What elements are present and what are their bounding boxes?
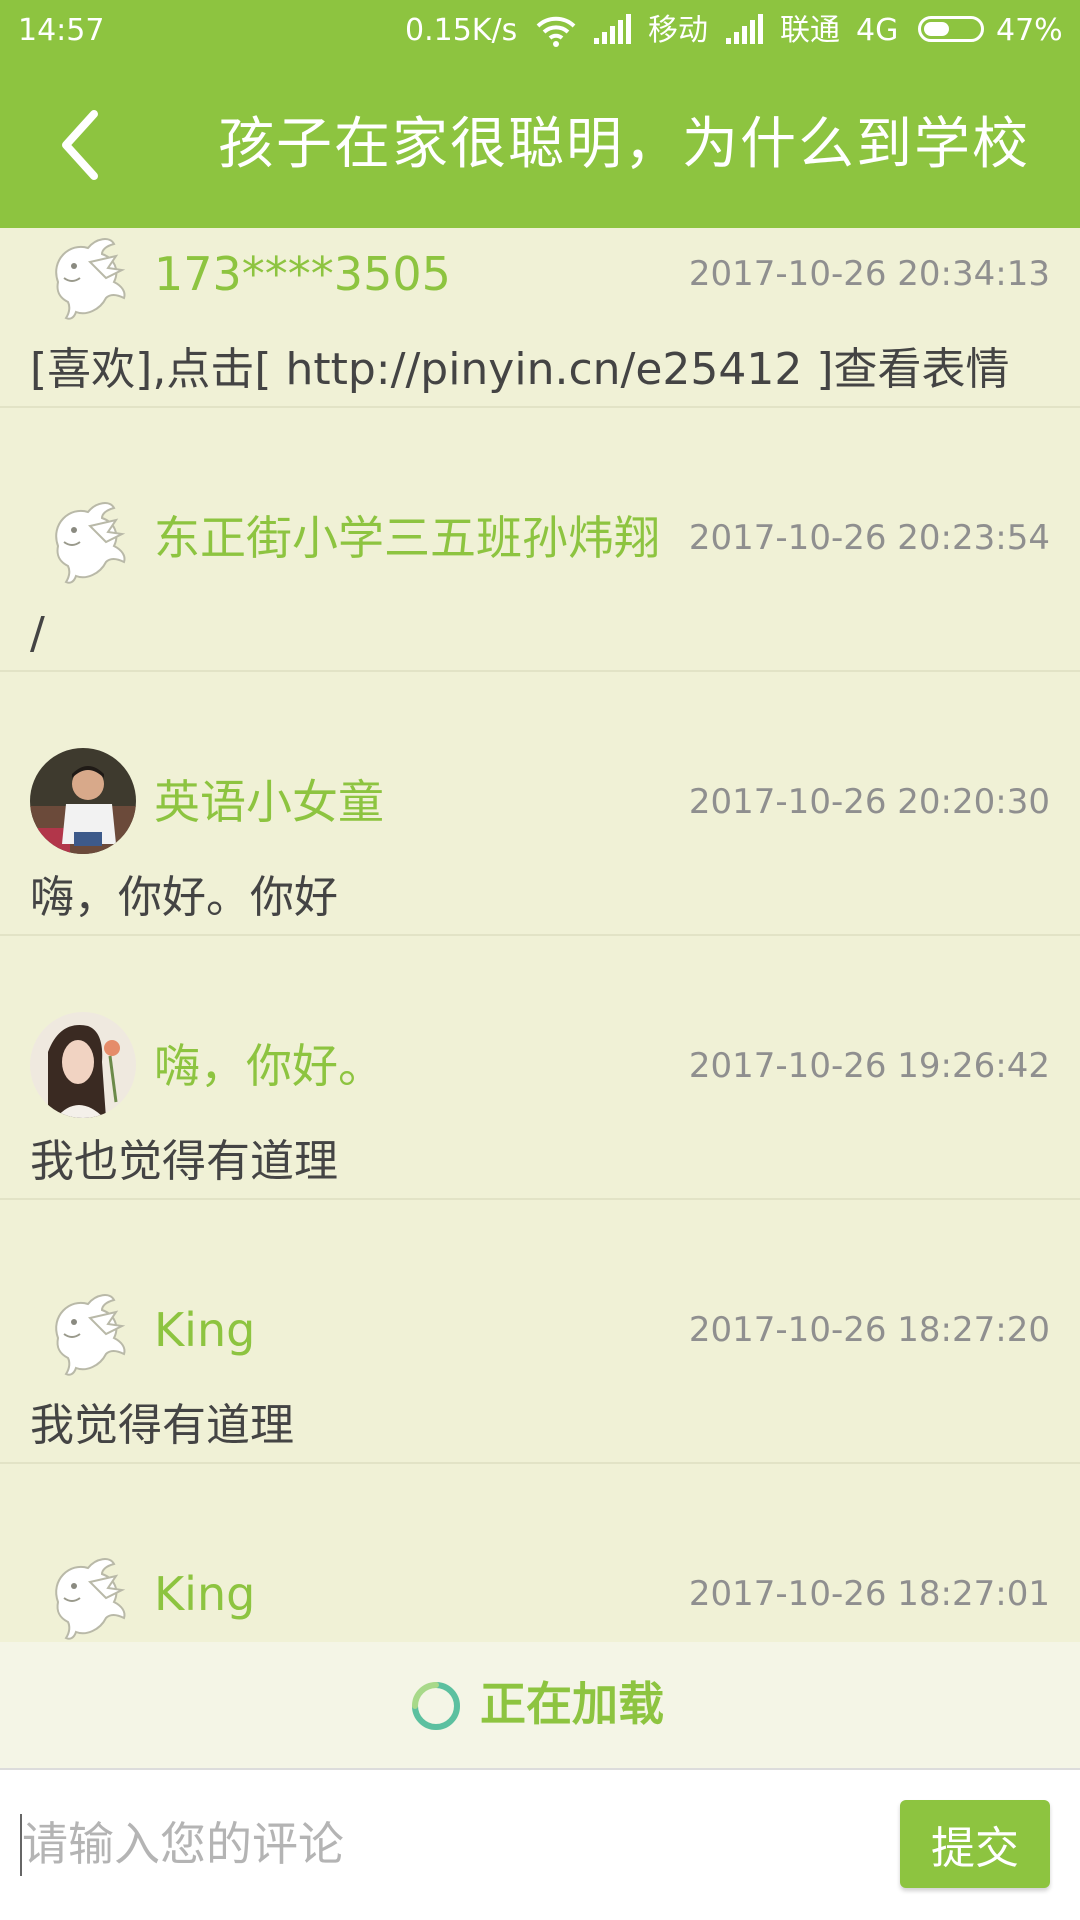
comment-item[interactable]: King 2017-10-26 18:27:01: [0, 1464, 1080, 1642]
page-title: 孩子在家很聪明，为什么到学校: [218, 112, 1030, 177]
comment-timestamp: 2017-10-26 20:23:54: [688, 518, 1050, 558]
comment-list[interactable]: 173****3505 2017-10-26 20:34:13 [喜欢],点击[…: [0, 228, 1080, 1642]
comment-username[interactable]: 英语小女童: [154, 772, 384, 832]
comment-item[interactable]: King 2017-10-26 18:27:20 我觉得有道理: [0, 1200, 1080, 1464]
comment-text: /: [30, 608, 45, 659]
status-network-speed: 0.15K/s: [405, 13, 518, 48]
comment-item[interactable]: 英语小女童 2017-10-26 20:20:30 嗨，你好。你好: [0, 672, 1080, 936]
status-network-type: 4G: [856, 13, 899, 48]
comment-text: [喜欢],点击[ http://pinyin.cn/e25412 ]查看表情: [30, 344, 1010, 395]
comment-item[interactable]: 东正街小学三五班孙炜翔 2017-10-26 20:23:54 /: [0, 408, 1080, 672]
comment-input-bar: 提交: [0, 1768, 1080, 1920]
status-carrier-1: 移动: [648, 13, 708, 48]
status-bar: 14:57 0.15K/s 移动 联通 4G 47%: [0, 0, 1080, 62]
comment-username[interactable]: 嗨，你好。: [154, 1036, 384, 1096]
comment-item[interactable]: 173****3505 2017-10-26 20:34:13 [喜欢],点击[…: [0, 228, 1080, 408]
status-battery-percent: 47%: [996, 13, 1063, 48]
signal-strength-icon: [724, 14, 764, 56]
comment-item[interactable]: 嗨，你好。 2017-10-26 19:26:42 我也觉得有道理: [0, 936, 1080, 1200]
comment-text: 我也觉得有道理: [30, 1136, 338, 1187]
battery-icon: [918, 16, 984, 42]
wifi-icon: [536, 14, 576, 58]
comment-username[interactable]: 173****3505: [154, 244, 451, 304]
dragon-mascot-icon[interactable]: [30, 1540, 136, 1642]
dragon-mascot-icon[interactable]: [30, 228, 136, 326]
dragon-mascot-icon[interactable]: [30, 484, 136, 590]
comment-text: 嗨，你好。你好: [30, 872, 338, 923]
child-photo-avatar[interactable]: [30, 748, 136, 854]
comment-input[interactable]: [22, 1804, 882, 1884]
loading-indicator: 正在加载: [0, 1642, 1080, 1768]
signal-strength-icon: [592, 14, 632, 56]
status-carrier-2: 联通: [780, 13, 840, 48]
comment-timestamp: 2017-10-26 18:27:20: [688, 1310, 1050, 1350]
submit-button[interactable]: 提交: [900, 1800, 1050, 1888]
loading-spinner-icon: [412, 1682, 460, 1730]
dragon-mascot-icon[interactable]: [30, 1276, 136, 1382]
comment-timestamp: 2017-10-26 19:26:42: [688, 1046, 1050, 1086]
comment-text: 我觉得有道理: [30, 1400, 294, 1451]
comment-timestamp: 2017-10-26 20:34:13: [688, 254, 1050, 294]
back-button[interactable]: [50, 100, 120, 190]
chevron-left-icon: [62, 110, 98, 180]
comment-username[interactable]: King: [154, 1300, 255, 1360]
header: 孩子在家很聪明，为什么到学校: [0, 62, 1080, 228]
comment-timestamp: 2017-10-26 20:20:30: [688, 782, 1050, 822]
woman-photo-avatar[interactable]: [30, 1012, 136, 1118]
comment-username[interactable]: 东正街小学三五班孙炜翔: [154, 508, 660, 568]
status-time: 14:57: [18, 13, 105, 48]
comment-timestamp: 2017-10-26 18:27:01: [688, 1574, 1050, 1614]
loading-text: 正在加载: [480, 1677, 664, 1731]
comment-username[interactable]: King: [154, 1564, 255, 1624]
app-bar: 14:57 0.15K/s 移动 联通 4G 47% 孩子在家很聪明，为什么到学…: [0, 0, 1080, 228]
